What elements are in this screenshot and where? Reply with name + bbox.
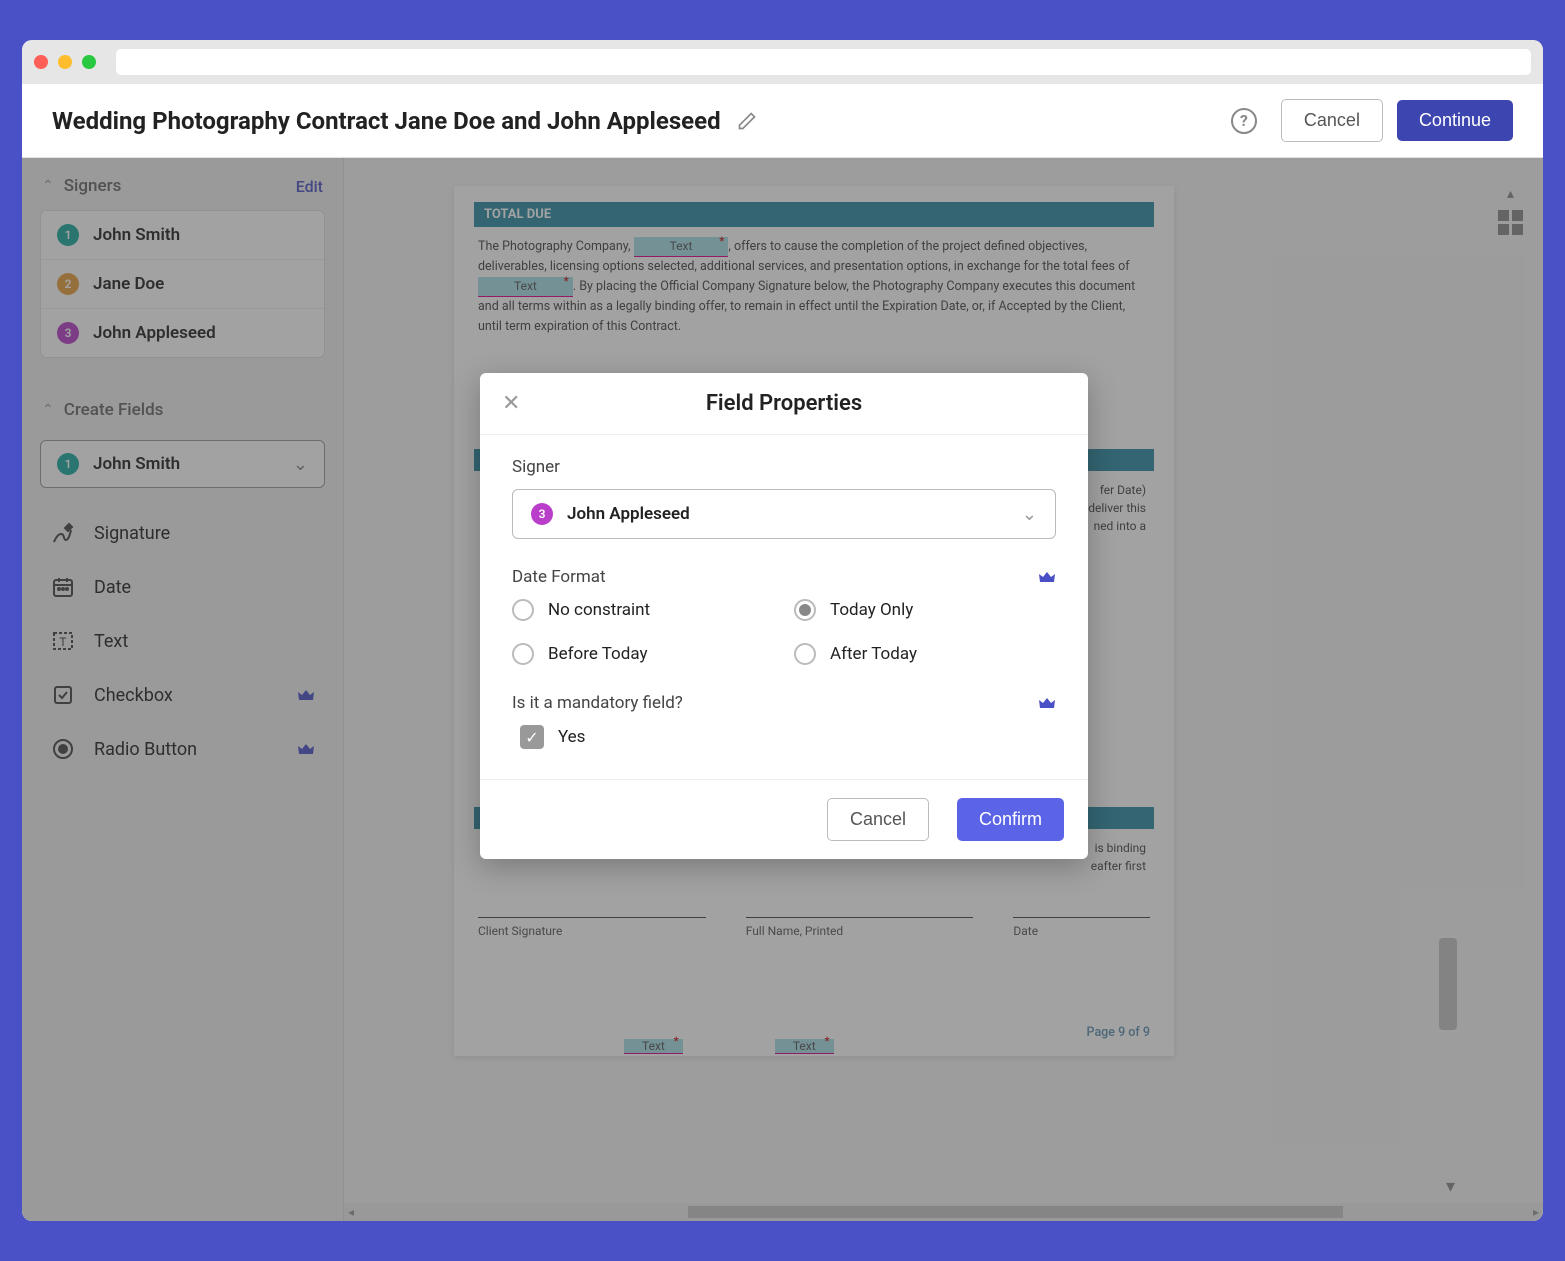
help-icon[interactable]: ?	[1231, 108, 1257, 134]
mandatory-yes-label: Yes	[558, 727, 585, 747]
premium-crown-icon	[1038, 696, 1056, 710]
toolbar: Wedding Photography Contract Jane Doe an…	[22, 84, 1543, 158]
modal-header: ✕ Field Properties	[480, 373, 1088, 435]
radio-before-today[interactable]: Before Today	[512, 643, 774, 665]
field-properties-modal: ✕ Field Properties Signer 3 John Applese…	[480, 373, 1088, 859]
signer-select[interactable]: 3 John Appleseed ⌄	[512, 489, 1056, 539]
signer-label: Signer	[512, 457, 1056, 477]
close-window-icon[interactable]	[34, 55, 48, 69]
cancel-button[interactable]: Cancel	[1281, 99, 1383, 142]
modal-body: Signer 3 John Appleseed ⌄ Date Format No…	[480, 435, 1088, 779]
radio-label: No constraint	[548, 600, 650, 620]
modal-close-icon[interactable]: ✕	[502, 391, 520, 416]
date-format-radio-group: No constraint Today Only Before Today Af…	[512, 599, 1056, 665]
url-bar[interactable]	[116, 49, 1531, 75]
app-window: Wedding Photography Contract Jane Doe an…	[22, 40, 1543, 1221]
selected-signer-name: John Appleseed	[567, 504, 690, 524]
radio-label: Today Only	[830, 600, 913, 620]
radio-icon	[512, 599, 534, 621]
mandatory-checkbox-row[interactable]: ✓ Yes	[520, 725, 1056, 749]
radio-icon	[512, 643, 534, 665]
radio-label: Before Today	[548, 644, 648, 664]
radio-icon	[794, 643, 816, 665]
modal-footer: Cancel Confirm	[480, 779, 1088, 859]
window-controls	[34, 55, 96, 69]
premium-crown-icon	[1038, 570, 1056, 584]
radio-today-only[interactable]: Today Only	[794, 599, 1056, 621]
radio-label: After Today	[830, 644, 917, 664]
document-title-wrap: Wedding Photography Contract Jane Doe an…	[52, 107, 757, 135]
chevron-down-icon: ⌄	[1022, 504, 1037, 525]
modal-title: Field Properties	[706, 391, 862, 416]
modal-cancel-button[interactable]: Cancel	[827, 798, 929, 841]
zoom-window-icon[interactable]	[82, 55, 96, 69]
document-title: Wedding Photography Contract Jane Doe an…	[52, 107, 721, 135]
continue-button[interactable]: Continue	[1397, 100, 1513, 141]
radio-icon	[794, 599, 816, 621]
modal-confirm-button[interactable]: Confirm	[957, 798, 1064, 841]
minimize-window-icon[interactable]	[58, 55, 72, 69]
titlebar	[22, 40, 1543, 84]
edit-title-icon[interactable]	[737, 111, 757, 131]
signer-badge: 3	[531, 503, 553, 525]
mandatory-label: Is it a mandatory field?	[512, 693, 1056, 713]
date-format-label: Date Format	[512, 567, 1056, 587]
radio-after-today[interactable]: After Today	[794, 643, 1056, 665]
radio-no-constraint[interactable]: No constraint	[512, 599, 774, 621]
mandatory-checkbox[interactable]: ✓	[520, 725, 544, 749]
